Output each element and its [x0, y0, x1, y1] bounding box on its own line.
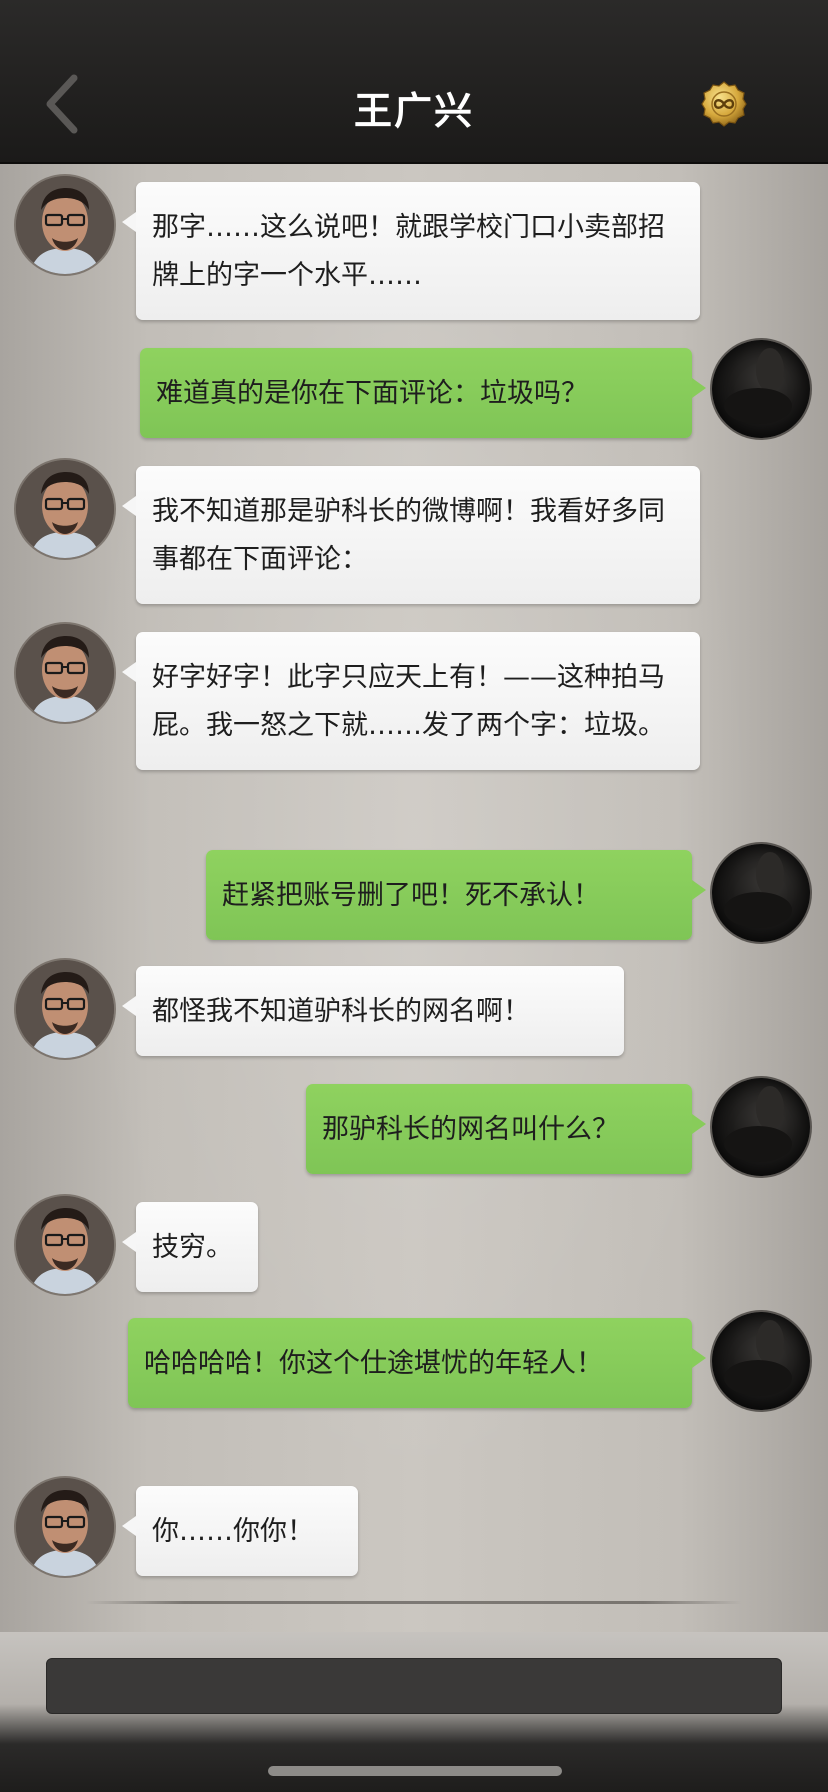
contact-avatar[interactable] — [16, 1478, 114, 1576]
message-bubble-received[interactable]: 都怪我不知道驴科长的网名啊！ — [122, 966, 624, 1056]
message-bubble-received[interactable]: 好字好字！此字只应天上有！——这种拍马屁。我一怒之下就……发了两个字：垃圾。 — [122, 632, 700, 770]
input-bar — [0, 1632, 828, 1792]
dark-avatar-icon — [724, 1086, 792, 1162]
person-portrait-icon — [16, 1478, 114, 1576]
chat-area[interactable]: 那字……这么说吧！就跟学校门口小卖部招牌上的字一个水平…… 难道真的是你在下面评… — [0, 164, 828, 1632]
nav-bar: 王广兴 — [0, 0, 828, 164]
dark-avatar-icon — [724, 852, 792, 928]
person-portrait-icon — [16, 1196, 114, 1294]
message-bubble-received[interactable]: 技穷。 — [122, 1202, 258, 1292]
contact-avatar[interactable] — [16, 1196, 114, 1294]
message-bubble-sent[interactable]: 难道真的是你在下面评论：垃圾吗？ — [140, 348, 706, 438]
dark-avatar-icon — [724, 1320, 792, 1396]
my-avatar[interactable] — [712, 844, 810, 942]
person-portrait-icon — [16, 960, 114, 1058]
message-bubble-received[interactable]: 那字……这么说吧！就跟学校门口小卖部招牌上的字一个水平…… — [122, 182, 700, 320]
home-indicator[interactable] — [268, 1766, 562, 1776]
contact-avatar[interactable] — [16, 460, 114, 558]
person-portrait-icon — [16, 460, 114, 558]
dark-avatar-icon — [724, 348, 792, 424]
contact-avatar[interactable] — [16, 960, 114, 1058]
message-bubble-sent[interactable]: 那驴科长的网名叫什么？ — [306, 1084, 706, 1174]
person-portrait-icon — [16, 176, 114, 274]
my-avatar[interactable] — [712, 1078, 810, 1176]
person-portrait-icon — [16, 624, 114, 722]
my-avatar[interactable] — [712, 1312, 810, 1410]
message-bubble-received[interactable]: 你……你你！ — [122, 1486, 358, 1576]
contact-avatar[interactable] — [16, 624, 114, 722]
coin-button[interactable] — [700, 80, 748, 128]
message-input[interactable] — [46, 1658, 782, 1714]
message-bubble-sent[interactable]: 哈哈哈哈！你这个仕途堪忧的年轻人！ — [128, 1318, 706, 1408]
message-bubble-sent[interactable]: 赶紧把账号删了吧！死不承认！ — [206, 850, 706, 940]
contact-avatar[interactable] — [16, 176, 114, 274]
my-avatar[interactable] — [712, 340, 810, 438]
gold-coin-infinity-icon — [701, 81, 747, 127]
message-bubble-received[interactable]: 我不知道那是驴科长的微博啊！我看好多同事都在下面评论： — [122, 466, 700, 604]
